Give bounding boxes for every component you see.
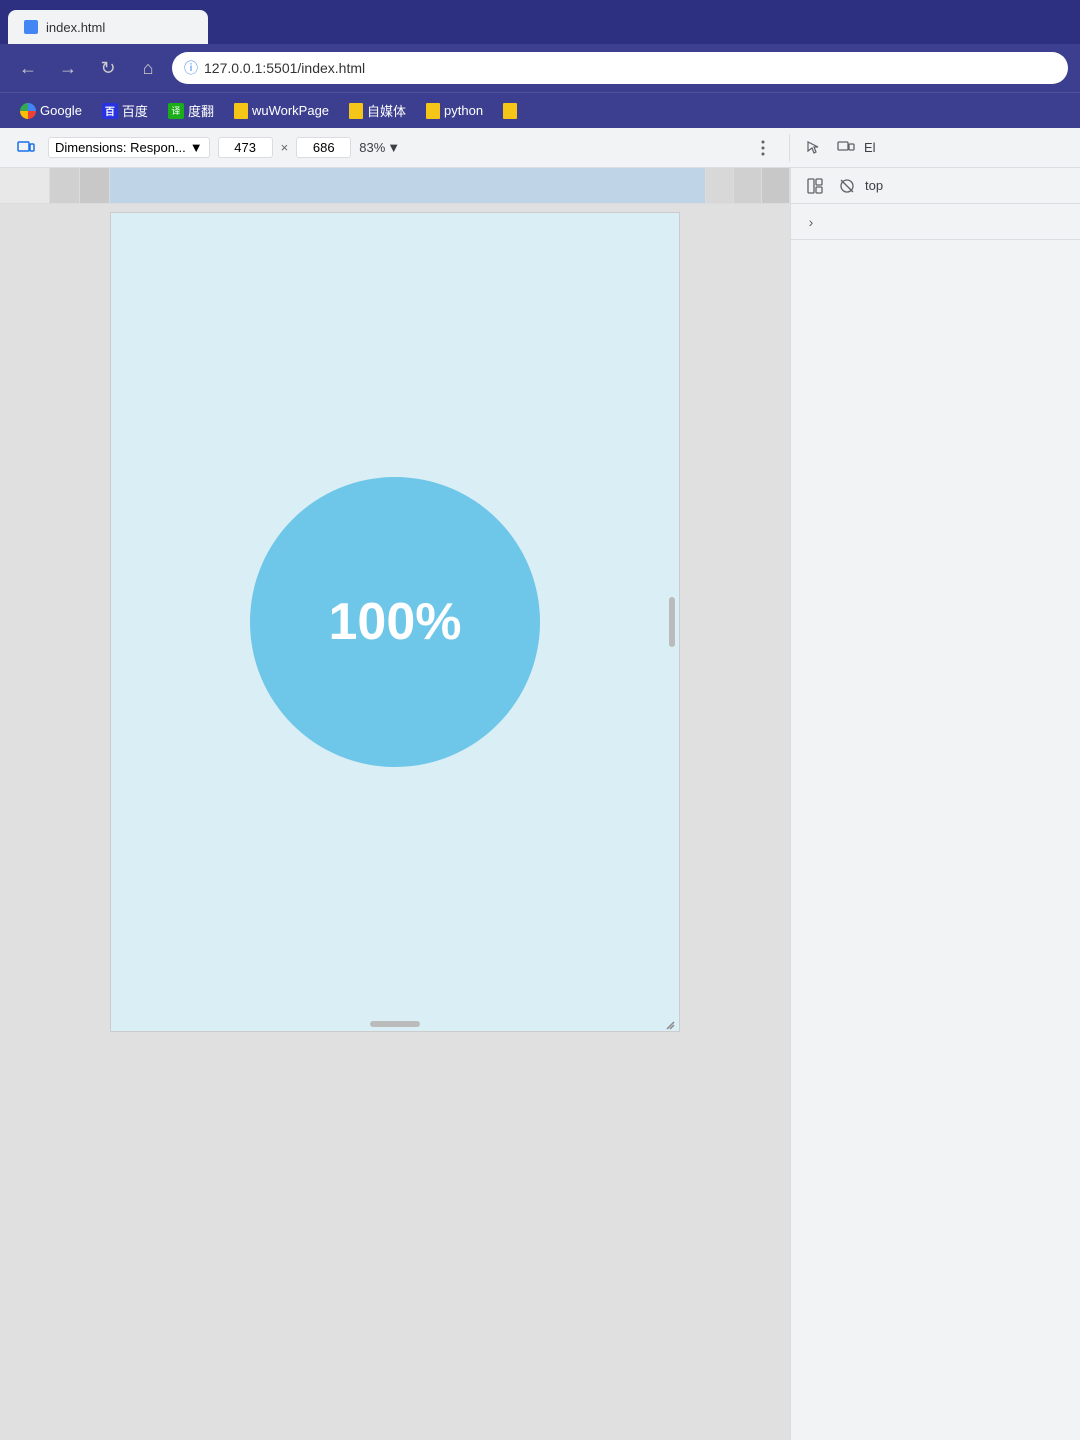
dimensions-label: Dimensions: Respon... — [55, 140, 186, 155]
bookmark-label: 自媒体 — [367, 101, 406, 120]
height-input[interactable] — [296, 137, 351, 158]
zoom-value: 83% — [359, 140, 385, 155]
address-bar: ← → ↻ ⌂ ⓘ 127.0.0.1:5501/index.html — [0, 44, 1080, 92]
bookmarks-bar: Google 百 百度 译 度翻 wuWorkPage 自媒体 python — [0, 92, 1080, 128]
resize-handle-right[interactable] — [669, 597, 675, 647]
resize-handle-corner[interactable] — [665, 1017, 675, 1027]
fanyi-favicon: 译 — [168, 103, 184, 119]
dimensions-select[interactable]: Dimensions: Respon... ▼ — [48, 137, 210, 158]
home-button[interactable]: ⌂ — [132, 52, 164, 84]
bp-seg-7[interactable] — [762, 168, 790, 203]
google-favicon — [20, 103, 36, 119]
devtools-right-secondary: top — [791, 168, 1080, 203]
panel-expand-button[interactable]: › — [799, 210, 823, 234]
bp-seg-1[interactable] — [0, 168, 50, 203]
panel-tabs: › — [791, 204, 1080, 240]
element-inspector-icon[interactable] — [800, 134, 828, 162]
bookmark-zimeiti[interactable]: 自媒体 — [341, 97, 414, 124]
viewport-area: 100% — [0, 204, 790, 1440]
bookmark-google[interactable]: Google — [12, 99, 90, 123]
bookmark-python[interactable]: python — [418, 99, 491, 123]
tab-title: index.html — [46, 20, 105, 35]
devtools-right-toolbar: El — [790, 134, 1080, 162]
browser-chrome: index.html ← → ↻ ⌂ ⓘ 127.0.0.1:5501/inde… — [0, 0, 1080, 128]
breakpoints-container — [0, 168, 790, 203]
address-text: 127.0.0.1:5501/index.html — [204, 60, 365, 76]
bookmark-da[interactable] — [495, 99, 525, 123]
devtools-toolbar: Dimensions: Respon... ▼ × 83% ▼ — [0, 128, 1080, 168]
devtools-panel: › — [790, 204, 1080, 1440]
dimensions-chevron: ▼ — [190, 140, 203, 155]
bookmark-label: python — [444, 103, 483, 118]
more-options-button[interactable] — [749, 134, 777, 162]
device-toolbar-icon[interactable] — [12, 134, 40, 162]
bp-seg-active[interactable] — [110, 168, 706, 203]
zimeiti-favicon — [349, 103, 363, 119]
main-area: 100% › — [0, 204, 1080, 1440]
devtools-secondary-bar: top — [0, 168, 1080, 204]
address-input[interactable]: ⓘ 127.0.0.1:5501/index.html — [172, 52, 1068, 84]
bookmark-label: 度翻 — [188, 101, 214, 120]
tab-favicon — [24, 20, 38, 34]
back-button[interactable]: ← — [12, 52, 44, 84]
refresh-button[interactable]: ↻ — [92, 52, 124, 84]
da-favicon — [503, 103, 517, 119]
layout-icon[interactable] — [801, 172, 829, 200]
zoom-chevron: ▼ — [387, 140, 400, 155]
info-icon: ⓘ — [184, 58, 198, 78]
panel-label: top — [865, 178, 883, 193]
bookmark-label: 百度 — [122, 101, 148, 120]
elements-panel-tab[interactable]: El — [864, 140, 876, 155]
dimension-separator: × — [281, 140, 289, 155]
python-favicon — [426, 103, 440, 119]
panel-content — [791, 240, 1080, 1440]
bookmark-fanyi[interactable]: 译 度翻 — [160, 97, 222, 124]
forward-button[interactable]: → — [52, 52, 84, 84]
baidu-favicon: 百 — [102, 103, 118, 119]
bookmark-label: Google — [40, 103, 82, 118]
breakpoints-bar — [0, 168, 791, 203]
bookmark-wuworkpage[interactable]: wuWorkPage — [226, 99, 337, 123]
progress-circle: 100% — [250, 477, 540, 767]
device-emulation-icon[interactable] — [832, 134, 860, 162]
block-icon[interactable] — [833, 172, 861, 200]
device-frame: 100% — [110, 212, 680, 1032]
bp-seg-3[interactable] — [80, 168, 110, 203]
resize-handle-bottom[interactable] — [370, 1021, 420, 1027]
bp-seg-2[interactable] — [50, 168, 80, 203]
devtools-left-toolbar: Dimensions: Respon... ▼ × 83% ▼ — [0, 134, 790, 162]
progress-value: 100% — [329, 592, 462, 652]
bookmark-label: wuWorkPage — [252, 103, 329, 118]
tab-bar: index.html — [0, 0, 1080, 44]
width-input[interactable] — [218, 137, 273, 158]
wuwork-favicon — [234, 103, 248, 119]
bp-seg-5[interactable] — [706, 168, 734, 203]
zoom-select[interactable]: 83% ▼ — [359, 140, 400, 155]
active-tab[interactable]: index.html — [8, 10, 208, 44]
bookmark-baidu[interactable]: 百 百度 — [94, 97, 156, 124]
bp-seg-6[interactable] — [734, 168, 762, 203]
